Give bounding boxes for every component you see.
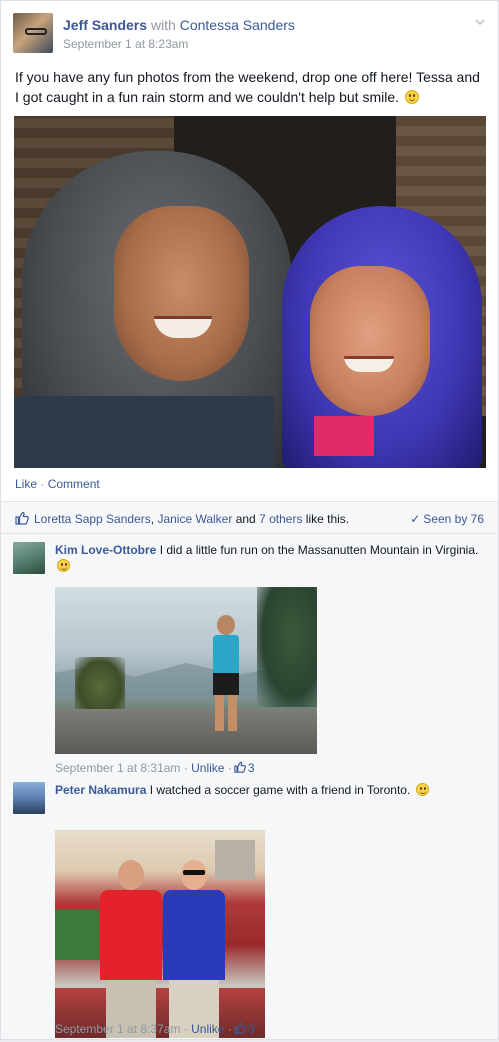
smiley-icon (415, 783, 429, 796)
chevron-down-icon[interactable] (472, 15, 488, 31)
person-head (118, 860, 144, 890)
post-photo[interactable] (14, 116, 486, 468)
action-separator: · (40, 477, 45, 491)
person-blue-shirt (163, 890, 225, 980)
runner-head (217, 615, 235, 635)
post-text-block: If you have any fun photos from the week… (15, 67, 485, 107)
liker-link-1[interactable]: Loretta Sapp Sanders (34, 512, 151, 526)
photo-person-blue-shirt (163, 860, 225, 1038)
liker-link-2[interactable]: Janice Walker (157, 512, 232, 526)
post-header: Jeff Sanders with Contessa Sanders Septe… (13, 13, 486, 57)
unlike-link[interactable]: Unlike (191, 761, 224, 775)
with-text: with (150, 17, 176, 33)
comment-timestamp[interactable]: September 1 at 8:37am (55, 1022, 180, 1036)
avatar-glasses (25, 28, 47, 35)
photo-person-left-face (114, 206, 249, 381)
tagged-name-link[interactable]: Contessa Sanders (180, 17, 295, 33)
author-name-link[interactable]: Jeff Sanders (63, 17, 147, 33)
seen-by-link[interactable]: ✓ Seen by 76 (410, 512, 484, 526)
photo-shrub (75, 657, 125, 717)
meta-separator: · (183, 761, 188, 775)
likes-suffix: like this. (305, 512, 350, 526)
meta-separator: · (183, 1022, 188, 1036)
likes-comma: , (150, 512, 155, 526)
comment-text: I watched a soccer game with a friend in… (149, 783, 411, 797)
thumbs-up-icon[interactable] (234, 761, 246, 773)
author-line: Jeff Sanders with Contessa Sanders (63, 16, 295, 34)
comment-link[interactable]: Comment (48, 477, 100, 491)
commenter-avatar[interactable] (13, 782, 45, 814)
photo-rocks (55, 709, 317, 754)
meta-separator: · (227, 761, 232, 775)
likes-summary: Loretta Sapp Sanders, Janice Walker and … (34, 512, 349, 526)
person-red-shirt (100, 890, 162, 980)
smiley-icon (57, 559, 70, 572)
comment-meta: September 1 at 8:37am · Unlike · 3 (55, 1022, 255, 1036)
commenter-name-link[interactable]: Kim Love-Ottobre (55, 543, 156, 557)
author-avatar[interactable] (13, 13, 53, 53)
commenter-avatar[interactable] (13, 542, 45, 574)
photo-person-right-face (310, 266, 430, 416)
post-card: Jeff Sanders with Contessa Sanders Septe… (0, 0, 499, 1040)
runner-top (213, 635, 239, 675)
comments-list: Kim Love-Ottobre I did a little fun run … (1, 534, 498, 1039)
photo-person-left-jacket (14, 396, 274, 468)
comment-timestamp[interactable]: September 1 at 8:31am (55, 761, 180, 775)
meta-separator: · (227, 1022, 232, 1036)
check-icon: ✓ (410, 512, 421, 526)
likes-bar: Loretta Sapp Sanders, Janice Walker and … (1, 502, 498, 534)
likes-and: and (235, 512, 256, 526)
comment-item: Peter Nakamura I watched a soccer game w… (13, 782, 486, 1042)
person-sunglasses (183, 870, 205, 875)
comment-like-count[interactable]: 3 (248, 761, 255, 775)
likes-others-link[interactable]: 7 others (259, 512, 302, 526)
commenter-name-link[interactable]: Peter Nakamura (55, 783, 146, 797)
photo-runner (203, 615, 251, 735)
post-actions: Like · Comment (15, 477, 100, 491)
photo-trees (257, 587, 317, 707)
comment-photo[interactable] (55, 830, 265, 1038)
photo-person-red-shirt (100, 860, 162, 1038)
comment-item: Kim Love-Ottobre I did a little fun run … (13, 542, 486, 775)
comment-body: Kim Love-Ottobre I did a little fun run … (55, 542, 486, 574)
comment-body: Peter Nakamura I watched a soccer game w… (55, 782, 486, 798)
like-link[interactable]: Like (15, 477, 37, 491)
unlike-link[interactable]: Unlike (191, 1022, 224, 1036)
comment-photo[interactable] (55, 587, 317, 754)
comment-meta: September 1 at 8:31am · Unlike · 3 (55, 761, 255, 775)
post-timestamp[interactable]: September 1 at 8:23am (63, 37, 188, 51)
comment-like-count[interactable]: 3 (248, 1022, 255, 1036)
thumbs-up-icon (15, 511, 29, 525)
runner-shorts (213, 673, 239, 695)
smiley-icon (404, 90, 419, 104)
comment-text: I did a little fun run on the Massanutte… (159, 543, 479, 557)
person-head (181, 860, 207, 890)
photo-person-right-shirt (314, 416, 374, 456)
thumbs-up-icon[interactable] (234, 1022, 246, 1034)
seen-by-label: Seen by 76 (423, 512, 484, 526)
runner-legs (215, 695, 237, 731)
